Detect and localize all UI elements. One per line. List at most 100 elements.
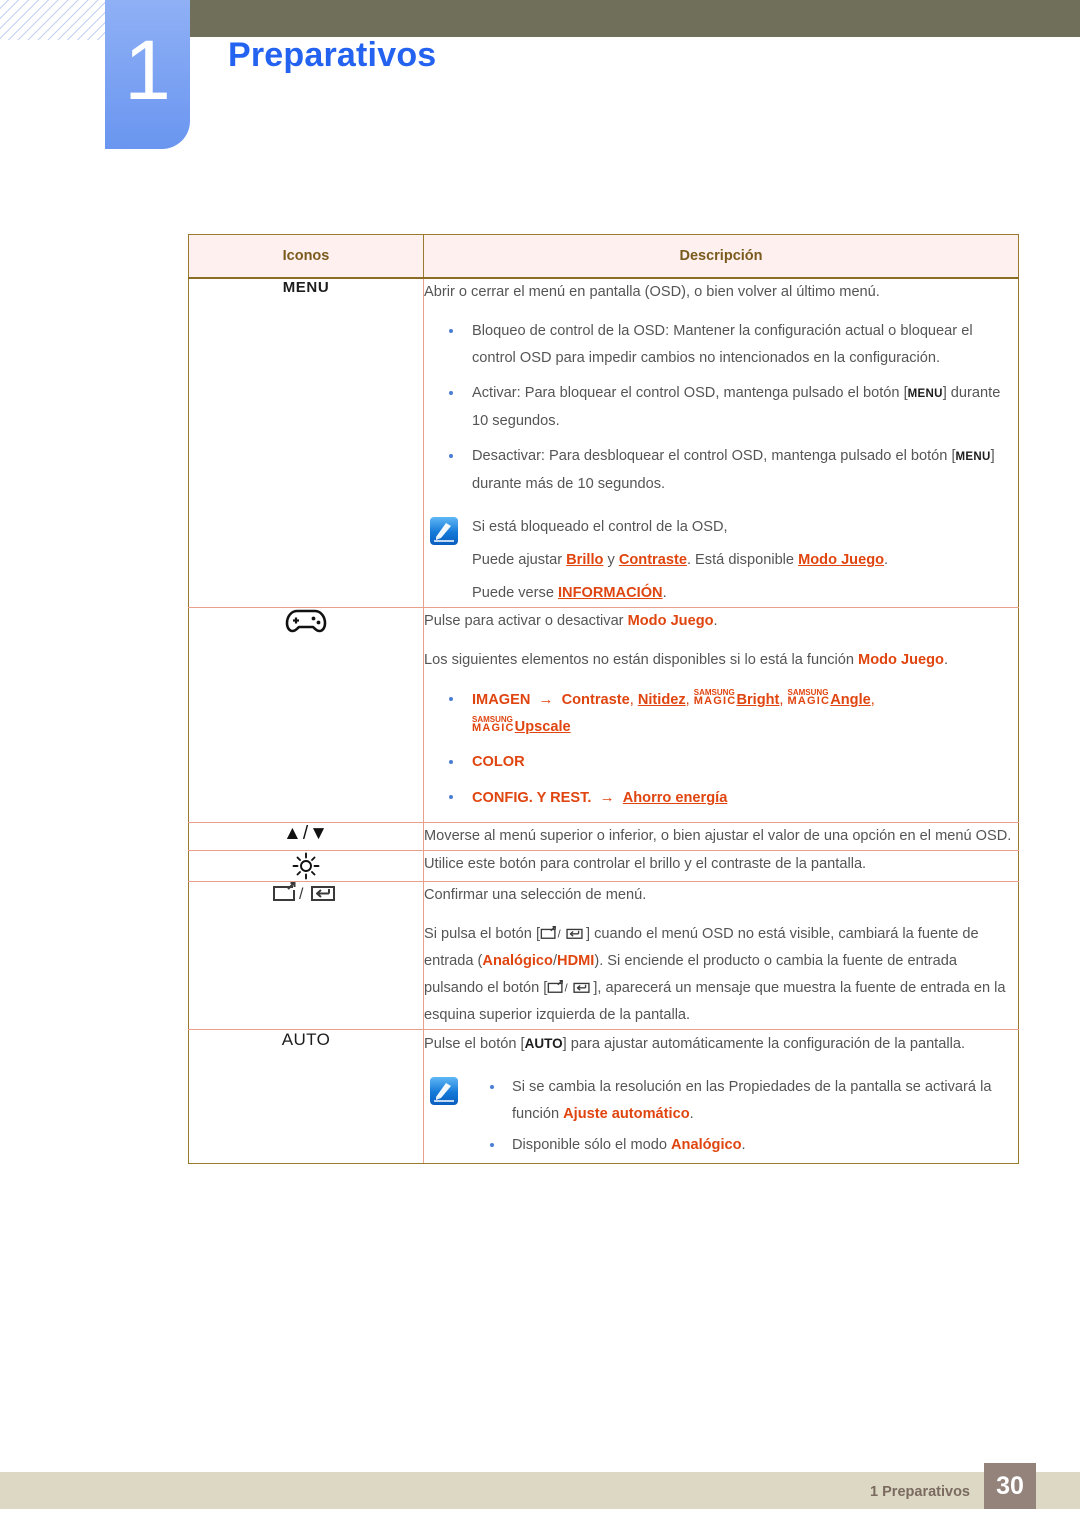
footer-page-number: 30 — [984, 1463, 1036, 1509]
arrows-text: Moverse al menú superior o inferior, o b… — [424, 828, 1012, 844]
note-pen-icon — [430, 517, 458, 545]
note-text: Puede verse — [472, 585, 558, 601]
icon-cell-arrows: ▲/▼ — [188, 822, 424, 851]
text: . — [741, 1137, 746, 1153]
text: Pulse el botón [ — [424, 1036, 525, 1052]
note-pen-icon — [430, 1077, 458, 1105]
link-brillo[interactable]: Brillo — [566, 552, 603, 568]
menu-button-icon: MENU — [282, 279, 330, 296]
icon-cell-gamepad — [188, 607, 424, 823]
source-p1: Confirmar una selección de menú. — [424, 887, 647, 903]
note-block-menu: Si está bloqueado el control de la OSD, … — [424, 514, 1018, 607]
link-imagen[interactable]: IMAGEN — [472, 692, 530, 708]
samsung-magic-mark-icon: SAMSUNG MAGIC — [472, 716, 515, 734]
note-text: . Está disponible — [686, 552, 799, 568]
samsung-magic-mark-icon: SAMSUNG MAGIC — [787, 689, 831, 707]
gamepad-p2: Los siguientes elementos no están dispon… — [424, 647, 1018, 674]
note-text: Puede ajustar — [472, 552, 567, 568]
samsung-magic-mark-icon: SAMSUNG MAGIC — [693, 689, 737, 707]
gamepad-bullet-list: IMAGEN → Contraste, Nitidez, SAMSUNG MAGI… — [424, 686, 1018, 812]
page-title: Preparativos — [228, 36, 437, 74]
description-cell-auto: Pulse el botón [AUTO] para ajustar autom… — [423, 1029, 1019, 1164]
text: Si pulsa el botón [ — [424, 926, 541, 942]
text: , — [870, 692, 875, 708]
link-ahorro-energia[interactable]: Ahorro energía — [623, 790, 728, 806]
text: , — [629, 692, 638, 708]
table-row: AUTO Pulse el botón [AUTO] para ajustar … — [188, 1029, 1019, 1164]
magic-bottom: MAGIC — [472, 722, 515, 734]
table-row: / Confirmar una selección de menú. Si pu… — [188, 881, 1019, 1030]
note-text: . — [884, 552, 889, 568]
link-ajuste-automatico[interactable]: Ajuste automático — [563, 1106, 690, 1122]
link-nitidez[interactable]: Nitidez — [638, 692, 686, 708]
column-header-descripcion: Descripción — [423, 234, 1019, 279]
note-text: . — [662, 585, 667, 601]
icon-cell-auto: AUTO — [188, 1029, 424, 1164]
text: . — [713, 613, 718, 629]
link-hdmi[interactable]: HDMI — [557, 953, 594, 969]
table-header-row: Iconos Descripción — [188, 234, 1019, 279]
link-modo-juego[interactable]: Modo Juego — [628, 613, 714, 629]
auto-keycap-icon: AUTO — [524, 1036, 563, 1051]
list-item: COLOR — [424, 749, 1018, 776]
gamepad-icon — [285, 609, 327, 633]
note-line-2: Puede ajustar Brillo y Contraste. Está d… — [472, 547, 1018, 574]
text: , — [779, 692, 788, 708]
description-cell-brightness: Utilice este botón para controlar el bri… — [423, 850, 1019, 882]
up-down-arrows-icon: ▲/▼ — [283, 823, 329, 844]
column-header-iconos: Iconos — [188, 234, 424, 279]
link-analogico[interactable]: Analógico — [482, 953, 553, 969]
description-cell-source: Confirmar una selección de menú. Si puls… — [423, 881, 1019, 1030]
svg-text:/: / — [565, 983, 568, 995]
magic-bottom: MAGIC — [787, 695, 831, 707]
chapter-number-tab: 1 — [105, 0, 190, 149]
icons-description-table: Iconos Descripción MENU Abrir o cerrar e… — [188, 234, 1019, 1164]
description-cell-gamepad: Pulse para activar o desactivar Modo Jue… — [423, 607, 1019, 823]
note-text: y — [603, 552, 619, 568]
list-item: Activar: Para bloquear el control OSD, m… — [424, 380, 1018, 435]
svg-text:/: / — [558, 929, 561, 941]
link-analogico[interactable]: Analógico — [671, 1137, 742, 1153]
text: . — [689, 1106, 694, 1122]
auto-button-icon: AUTO — [281, 1030, 331, 1049]
list-item: Desactivar: Para desbloquear el control … — [424, 443, 1018, 498]
arrow-right-icon: → — [538, 691, 554, 708]
brightness-sun-icon — [292, 852, 320, 880]
link-contraste[interactable]: Contraste — [562, 692, 630, 708]
table-header: Iconos Descripción — [188, 234, 1019, 279]
menu-intro-text: Abrir o cerrar el menú en pantalla (OSD)… — [424, 284, 880, 300]
link-informacion[interactable]: INFORMACIÓN — [558, 585, 663, 601]
link-contraste[interactable]: Contraste — [619, 552, 687, 568]
chapter-number: 1 — [124, 23, 171, 117]
source-enter-keycap-icon: / — [547, 980, 593, 995]
table-row: Pulse para activar o desactivar Modo Jue… — [188, 607, 1019, 823]
magic-bottom: MAGIC — [693, 695, 737, 707]
list-item: IMAGEN → Contraste, Nitidez, SAMSUNG MAGI… — [424, 686, 1018, 741]
menu-bullet-list: Bloqueo de control de la OSD: Mantener l… — [424, 318, 1018, 498]
text: Pulse para activar o desactivar — [424, 613, 628, 629]
link-modo-juego[interactable]: Modo Juego — [798, 552, 884, 568]
link-upscale[interactable]: Upscale — [515, 719, 571, 735]
list-item: Si se cambia la resolución en las Propie… — [472, 1074, 1018, 1128]
link-bright[interactable]: Bright — [736, 692, 779, 708]
text: ] para ajustar automáticamente la config… — [562, 1036, 966, 1052]
note-block-auto: Si se cambia la resolución en las Propie… — [424, 1074, 1018, 1159]
menu-keycap-icon: MENU — [907, 388, 943, 400]
list-item: Bloqueo de control de la OSD: Mantener l… — [424, 318, 1018, 372]
description-cell-arrows: Moverse al menú superior o inferior, o b… — [423, 822, 1019, 851]
icon-cell-brightness — [188, 850, 424, 882]
source-enter-keycap-icon: / — [540, 926, 586, 941]
link-angle[interactable]: Angle — [830, 692, 871, 708]
table-row: MENU Abrir o cerrar el menú en pantalla … — [188, 277, 1019, 608]
auto-note-bullets: Si se cambia la resolución en las Propie… — [472, 1074, 1018, 1159]
list-item: CONFIG. Y REST. → Ahorro energía — [424, 784, 1018, 812]
brightness-text: Utilice este botón para controlar el bri… — [424, 856, 867, 872]
link-config-y-rest[interactable]: CONFIG. Y REST. — [472, 790, 591, 806]
menu-keycap-icon: MENU — [955, 451, 991, 463]
table-row: ▲/▼ Moverse al menú superior o inferior,… — [188, 822, 1019, 851]
link-color[interactable]: COLOR — [472, 754, 525, 770]
table-row: Utilice este botón para controlar el bri… — [188, 850, 1019, 882]
svg-text:/: / — [299, 886, 304, 903]
icon-cell-source: / — [188, 881, 424, 1030]
link-modo-juego[interactable]: Modo Juego — [858, 652, 944, 668]
